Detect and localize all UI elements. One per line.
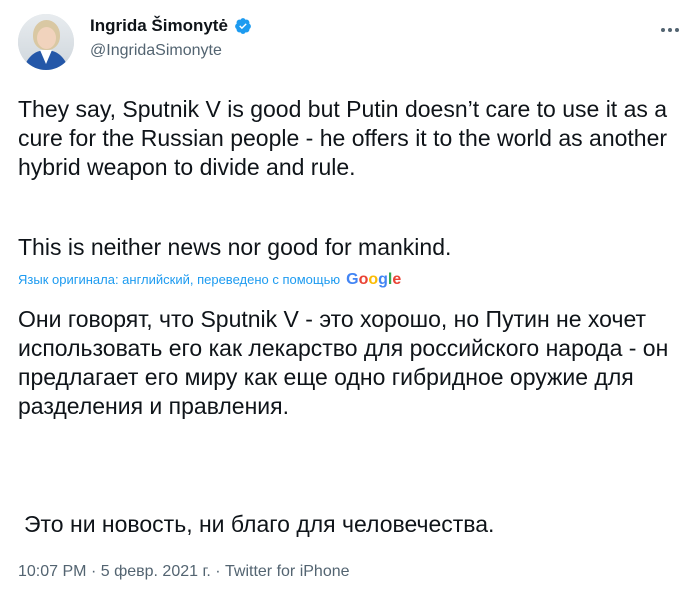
- translation-note-text[interactable]: Язык оригинала: английский, переведено с…: [18, 271, 340, 289]
- tweet-text-original-p2: This is neither news nor good for mankin…: [18, 234, 452, 260]
- verified-badge-icon: [234, 17, 252, 35]
- tweet-card: Ingrida Šimonytė @IngridaSimonyte They s…: [0, 0, 700, 602]
- author-handle[interactable]: @IngridaSimonyte: [90, 41, 222, 61]
- author-name-row[interactable]: Ingrida Šimonytė: [90, 16, 252, 36]
- tweet-date[interactable]: 5 февр. 2021 г.: [101, 563, 211, 580]
- google-logo: Google: [346, 271, 402, 288]
- translation-note[interactable]: Язык оригинала: английский, переведено с…: [18, 271, 401, 289]
- author-name[interactable]: Ingrida Šimonytė: [90, 16, 228, 36]
- tweet-text-original-p1: They say, Sputnik V is good but Putin do…: [18, 96, 668, 180]
- tweet-source[interactable]: Twitter for iPhone: [225, 563, 350, 580]
- avatar[interactable]: [18, 14, 74, 70]
- meta-separator: ·: [90, 563, 97, 580]
- tweet-meta: 10:07 PM · 5 февр. 2021 г. · Twitter for…: [18, 562, 350, 582]
- tweet-text-translated-p1: Они говорят, что Sputnik V - это хорошо,…: [18, 306, 669, 419]
- tweet-text-translated-p2: Это ни новость, ни благо для человечеств…: [24, 511, 495, 537]
- tweet-time[interactable]: 10:07 PM: [18, 563, 86, 580]
- more-options-icon[interactable]: [658, 20, 682, 40]
- meta-separator-2: ·: [215, 563, 221, 580]
